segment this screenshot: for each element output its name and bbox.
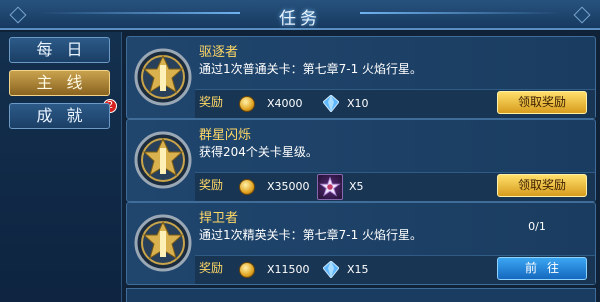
star-emblem-icon	[317, 174, 343, 200]
reward-amount: X4000	[267, 97, 303, 110]
quest-card-partial	[126, 288, 596, 302]
quest-medal-icon	[134, 131, 192, 189]
reward-label: 奖励	[199, 261, 224, 275]
gold-coin-icon	[239, 96, 255, 112]
title-bar: 任务	[0, 0, 600, 30]
gold-coin-icon	[239, 262, 255, 278]
blue-crystal-icon	[323, 95, 339, 112]
quest-name: 捍卫者	[199, 211, 239, 226]
reward-label: 奖励	[199, 95, 224, 109]
reward-amount: X10	[347, 97, 369, 110]
claim-reward-button[interactable]: 领取奖励	[497, 91, 587, 114]
gold-coin-icon	[239, 179, 255, 195]
reward-amount: X35000	[267, 180, 310, 193]
tab-achievements[interactable]: 成就	[9, 103, 110, 129]
quest-name: 群星闪烁	[199, 128, 252, 143]
tab-main-story[interactable]: 主线	[9, 70, 110, 96]
quest-card: 捍卫者 通过1次精英关卡：第七章7-1 火焰行星。 0/1 奖励 X11500 …	[126, 202, 596, 285]
quest-description: 通过1次普通关卡：第七章7-1 火焰行星。	[199, 62, 423, 76]
reward-amount: X5	[349, 180, 364, 193]
blue-crystal-icon	[323, 261, 339, 278]
quest-card: 驱逐者 通过1次普通关卡：第七章7-1 火焰行星。 奖励 X4000 X10 领…	[126, 36, 596, 119]
go-button[interactable]: 前往	[497, 257, 587, 280]
quest-card: 群星闪烁 获得204个关卡星级。 奖励 X35000 X5 领取奖励	[126, 119, 596, 202]
tab-daily[interactable]: 每日	[9, 37, 110, 63]
quest-description: 通过1次精英关卡：第七章7-1 火焰行星。	[199, 228, 423, 242]
quest-progress: 0/1	[528, 220, 546, 233]
reward-amount: X15	[347, 263, 369, 276]
quest-category-sidebar: 每日 主线 2 成就	[0, 32, 122, 302]
quest-name: 驱逐者	[199, 45, 239, 60]
reward-label: 奖励	[199, 178, 224, 192]
quest-list[interactable]: 驱逐者 通过1次普通关卡：第七章7-1 火焰行星。 奖励 X4000 X10 领…	[124, 32, 596, 302]
window-title: 任务	[279, 9, 321, 29]
quest-medal-icon	[134, 48, 192, 106]
reward-amount: X11500	[267, 263, 310, 276]
claim-reward-button[interactable]: 领取奖励	[497, 174, 587, 197]
quest-medal-icon	[134, 214, 192, 272]
quest-description: 获得204个关卡星级。	[199, 145, 318, 159]
title-decoration	[360, 12, 560, 14]
